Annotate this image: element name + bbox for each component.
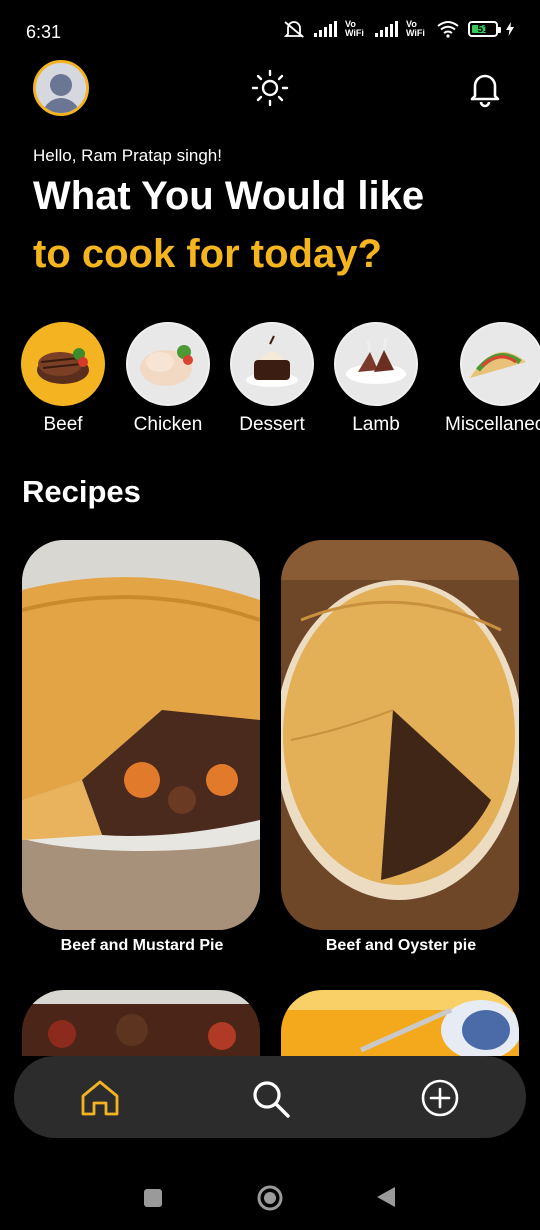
beef-mustard-pie-image — [22, 540, 260, 930]
home-system-icon[interactable] — [256, 1184, 284, 1217]
recipe-card[interactable] — [281, 540, 519, 930]
system-navigation-bar — [0, 1160, 540, 1230]
beef-oyster-pie-image — [281, 540, 519, 930]
wifi-icon — [437, 21, 459, 38]
category-miscellaneous[interactable]: Miscellaneous — [445, 322, 540, 436]
headline-line-1: What You Would like — [33, 174, 425, 218]
category-dessert[interactable]: Dessert — [217, 322, 327, 436]
recipe-image — [281, 990, 519, 1056]
beef-image — [21, 322, 105, 406]
miscellaneous-image — [460, 322, 540, 406]
category-label: Chicken — [133, 414, 203, 435]
app-header — [0, 60, 540, 120]
recipe-card[interactable] — [22, 990, 260, 1056]
category-label: Dessert — [239, 414, 305, 435]
category-lamb[interactable]: Lamb — [321, 322, 431, 436]
category-list: Beef Chicken Dessert Lamb Miscellane — [0, 322, 540, 442]
bell-icon[interactable] — [465, 68, 505, 108]
category-label: Miscellaneous — [445, 414, 540, 435]
back-icon[interactable] — [376, 1186, 396, 1213]
home-icon[interactable] — [78, 1076, 122, 1120]
recent-apps-icon[interactable] — [143, 1188, 163, 1213]
recipes-heading: Recipes — [22, 474, 141, 509]
lamb-image — [334, 322, 418, 406]
charging-icon — [506, 22, 514, 36]
category-chicken[interactable]: Chicken — [113, 322, 223, 436]
battery-level: 51 — [477, 23, 489, 35]
battery-icon: 51 — [468, 21, 501, 37]
chicken-image — [126, 322, 210, 406]
vowifi-label-1: Vo WiFi — [345, 19, 364, 38]
search-icon[interactable] — [248, 1076, 292, 1120]
status-icons: Vo WiFi Vo WiFi 51 — [282, 20, 514, 38]
status-bar: 6:31 Vo WiFi Vo WiFi 51 — [0, 0, 540, 64]
signal-icon-1 — [314, 21, 337, 37]
sun-icon[interactable] — [250, 68, 290, 108]
mute-icon — [283, 21, 305, 38]
dessert-image — [230, 322, 314, 406]
category-label: Beef — [43, 414, 83, 435]
category-label: Lamb — [352, 414, 400, 435]
recipe-title[interactable]: Beef and Mustard Pie — [22, 937, 262, 955]
recipe-card[interactable] — [22, 540, 260, 930]
add-circle-icon[interactable] — [418, 1076, 462, 1120]
user-avatar-icon[interactable] — [33, 60, 89, 116]
headline-line-2: to cook for today? — [33, 232, 382, 276]
signal-icon-2 — [375, 21, 398, 37]
bottom-navigation — [14, 1056, 526, 1138]
vowifi-label-2: Vo WiFi — [406, 19, 425, 38]
category-beef[interactable]: Beef — [8, 322, 118, 436]
recipe-image — [22, 990, 260, 1056]
greeting-text: Hello, Ram Pratap singh! — [33, 146, 222, 165]
status-time: 6:31 — [26, 22, 62, 42]
recipe-card[interactable] — [281, 990, 519, 1056]
recipe-title[interactable]: Beef and Oyster pie — [281, 937, 521, 955]
